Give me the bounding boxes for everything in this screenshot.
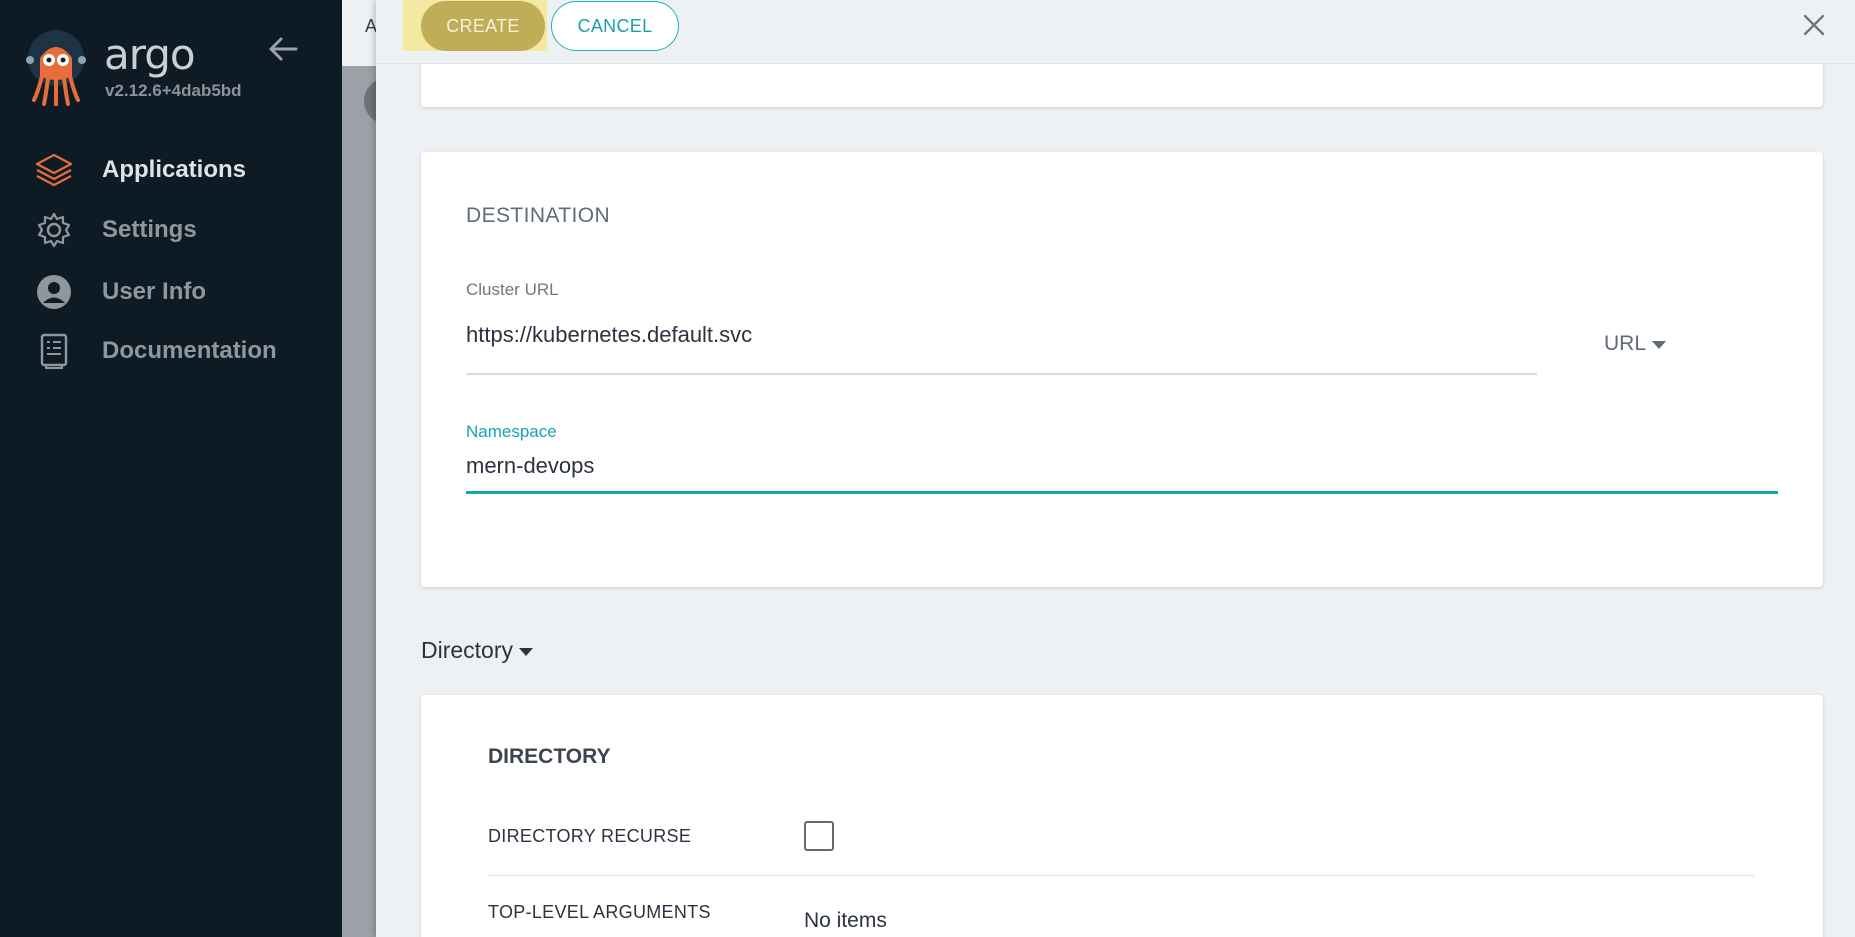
sidebar-item-user-info[interactable]: User Info xyxy=(34,272,206,312)
sidebar-item-label: User Info xyxy=(102,278,207,305)
top-level-arguments-value: No items xyxy=(804,909,887,932)
user-icon xyxy=(34,272,74,312)
book-icon xyxy=(34,331,74,371)
version-label: v2.12.6+4dab5bd xyxy=(105,81,242,100)
close-panel-button[interactable] xyxy=(1799,10,1829,40)
directory-recurse-checkbox[interactable] xyxy=(804,821,834,851)
arrow-left-icon xyxy=(269,37,298,61)
collapse-sidebar-button[interactable] xyxy=(266,34,300,64)
brand-name: argo xyxy=(104,30,196,79)
sidebar: argo v2.12.6+4dab5bd Applications Settin… xyxy=(0,0,342,937)
layers-icon xyxy=(34,150,74,190)
cluster-url-underline xyxy=(466,373,1537,375)
sidebar-item-settings[interactable]: Settings xyxy=(34,210,197,250)
directory-card: DIRECTORY DIRECTORY RECURSE TOP-LEVEL AR… xyxy=(421,695,1823,937)
gear-icon xyxy=(34,210,74,250)
namespace-underline xyxy=(466,491,1778,494)
source-type-dropdown[interactable]: Directory xyxy=(421,637,534,664)
sidebar-item-label: Applications xyxy=(102,156,247,183)
url-type-label: URL xyxy=(1604,332,1647,355)
top-level-arguments-label: TOP-LEVEL ARGUMENTS xyxy=(488,902,711,922)
close-icon xyxy=(1803,14,1825,36)
cluster-url-input[interactable] xyxy=(466,322,1526,348)
namespace-label: Namespace xyxy=(466,422,557,441)
sidebar-item-documentation[interactable]: Documentation xyxy=(34,331,277,371)
cluster-url-label: Cluster URL xyxy=(466,280,559,299)
background-page: A xyxy=(342,0,410,937)
destination-title: DESTINATION xyxy=(466,204,611,227)
destination-card: DESTINATION Cluster URL URL Namespace xyxy=(421,152,1823,587)
create-button[interactable]: CREATE xyxy=(421,1,545,51)
row-divider xyxy=(488,875,1754,876)
caret-down-icon xyxy=(1652,341,1667,349)
namespace-input[interactable] xyxy=(466,453,1766,479)
sidebar-item-applications[interactable]: Applications xyxy=(34,150,246,190)
argo-logo xyxy=(26,28,86,107)
url-type-dropdown[interactable]: URL xyxy=(1604,332,1667,356)
background-toolbar: A xyxy=(342,0,377,66)
directory-title: DIRECTORY xyxy=(488,745,611,768)
caret-down-icon xyxy=(519,647,534,656)
create-application-panel: CREATE CANCEL DESTINATION Cluster URL UR… xyxy=(376,0,1855,937)
cancel-button[interactable]: CANCEL xyxy=(551,1,679,51)
sidebar-item-label: Settings xyxy=(102,216,197,243)
panel-header: CREATE CANCEL xyxy=(376,0,1855,64)
source-type-label: Directory xyxy=(421,637,514,663)
directory-recurse-label: DIRECTORY RECURSE xyxy=(488,826,692,846)
sidebar-item-label: Documentation xyxy=(102,337,277,364)
